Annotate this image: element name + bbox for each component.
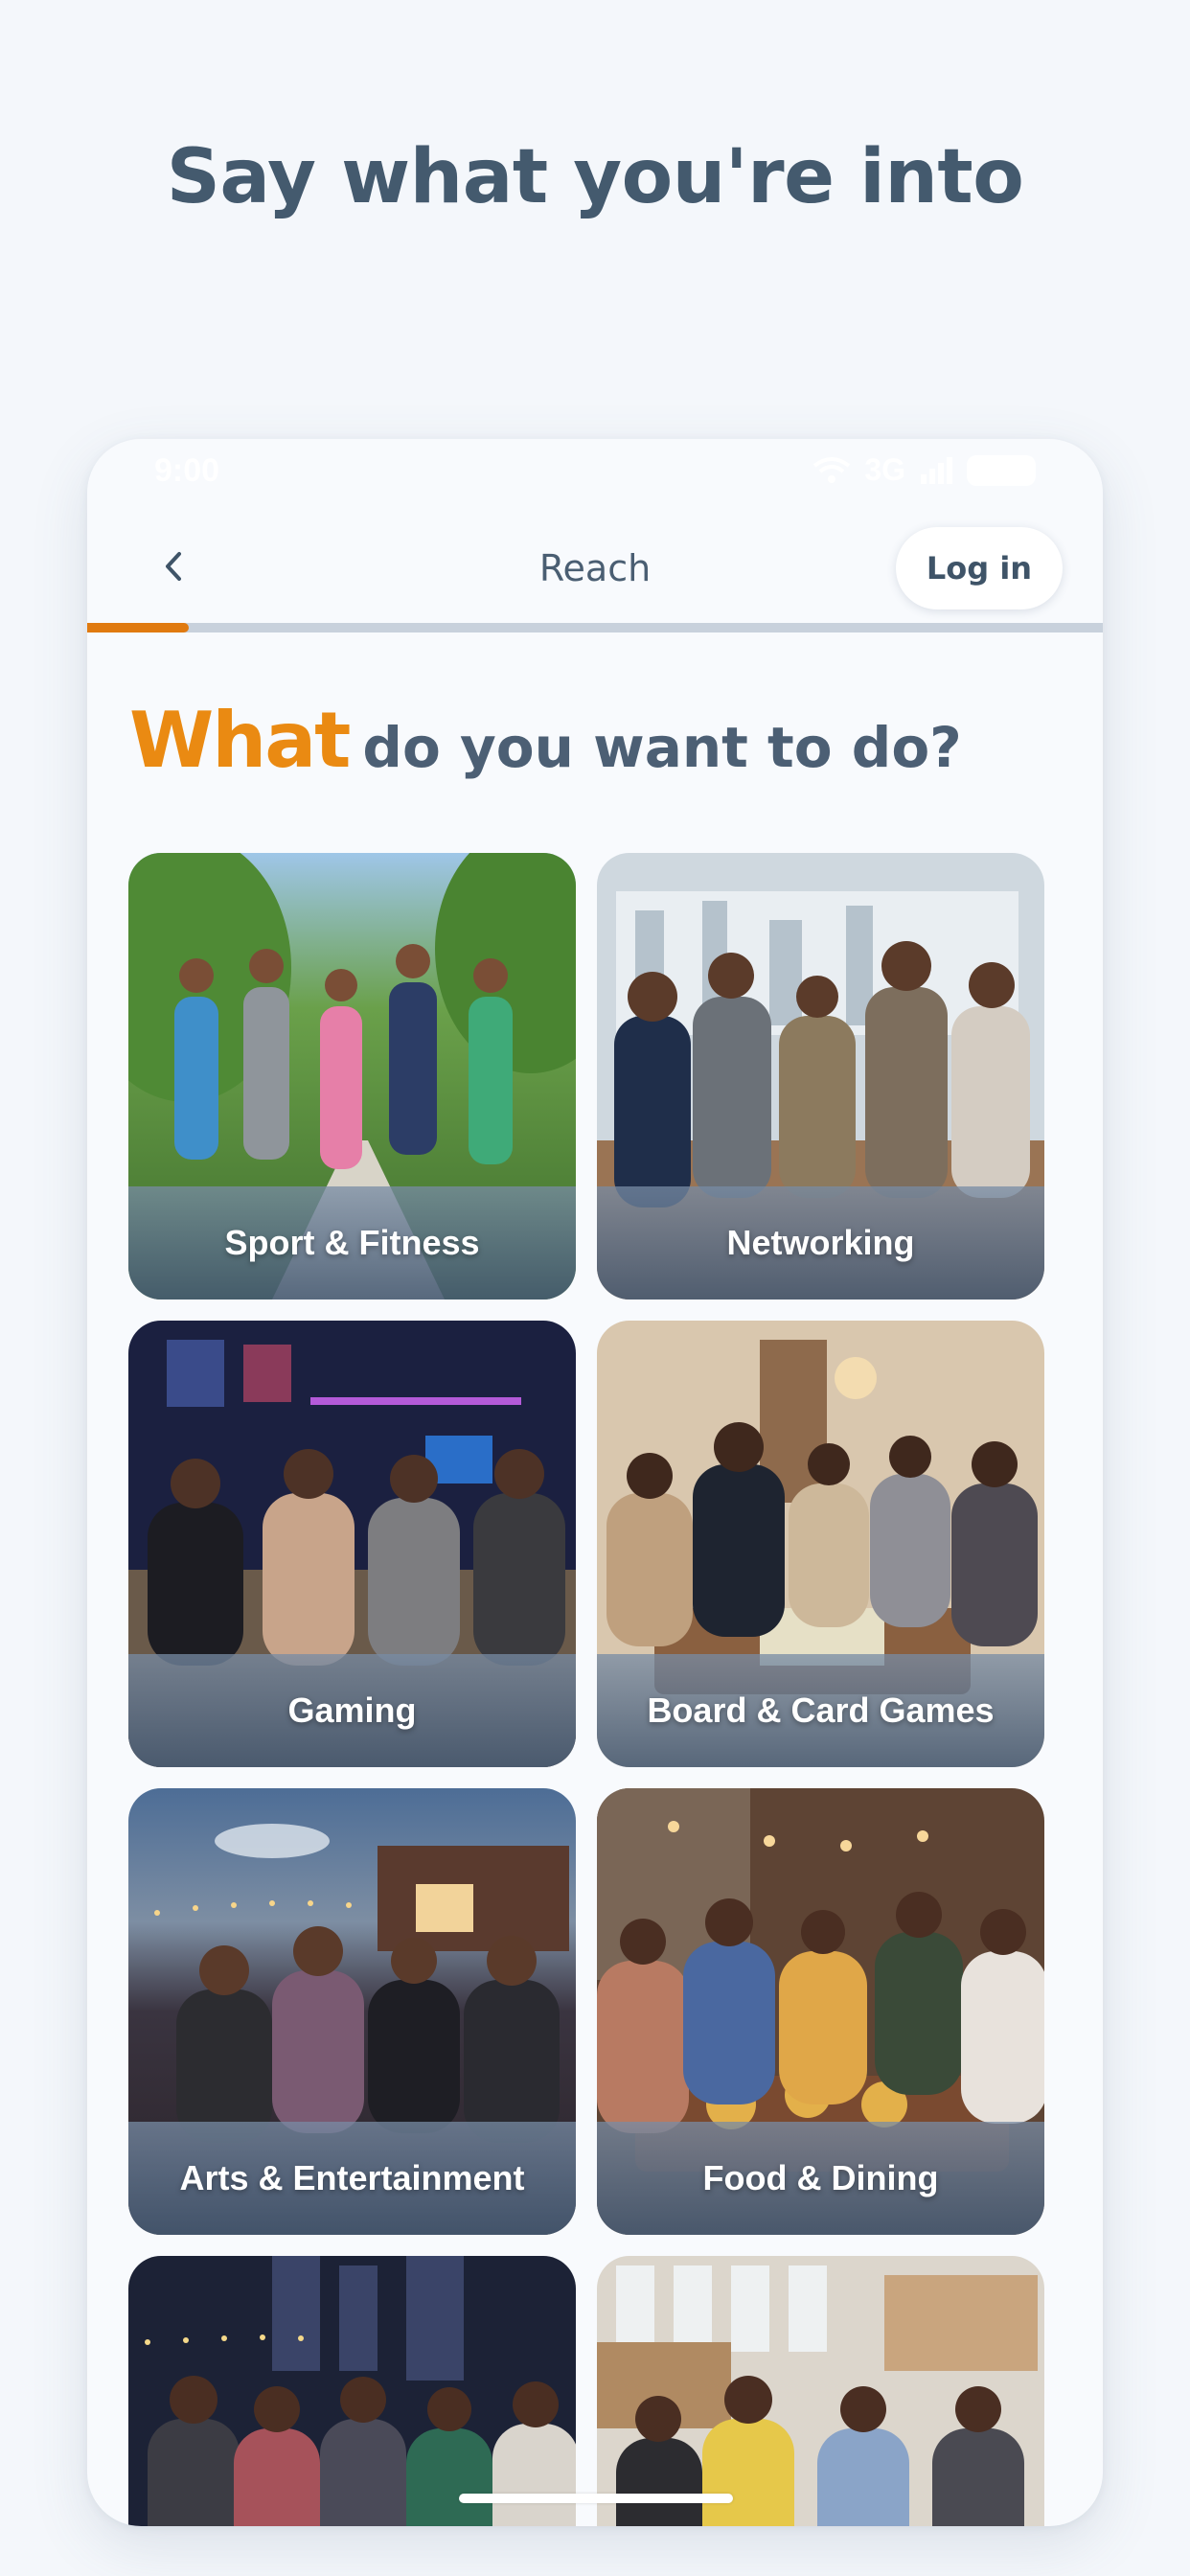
tile-label: Arts & Entertainment (179, 2158, 525, 2197)
tile-nightlife[interactable] (128, 2256, 576, 2526)
tile-caption: Food & Dining (597, 2122, 1044, 2235)
tile-networking[interactable]: Networking (597, 853, 1044, 1300)
tile-learning[interactable] (597, 2256, 1044, 2526)
tile-caption: Sport & Fitness (128, 1186, 576, 1300)
tile-arts-entertainment[interactable]: Arts & Entertainment (128, 1788, 576, 2235)
status-icons: 3G (812, 452, 1036, 488)
question-heading: What do you want to do? (129, 696, 962, 785)
tile-label: Gaming (287, 1690, 417, 1730)
back-button[interactable] (141, 535, 208, 602)
status-time: 9:00 (154, 452, 220, 489)
home-indicator (459, 2494, 733, 2503)
tile-board-card-games[interactable]: Board & Card Games (597, 1321, 1044, 1767)
tile-label: Food & Dining (702, 2158, 939, 2197)
signal-icon (919, 456, 953, 484)
tile-label: Sport & Fitness (224, 1223, 480, 1262)
login-button[interactable]: Log in (896, 527, 1063, 610)
tile-sport-fitness[interactable]: Sport & Fitness (128, 853, 576, 1300)
network-label: 3G (864, 452, 905, 487)
tile-gaming[interactable]: Gaming (128, 1321, 576, 1767)
tile-label: Networking (726, 1223, 915, 1262)
nightlife-photo (128, 2256, 576, 2526)
chevron-left-icon (160, 550, 189, 586)
question-text: do you want to do? (362, 715, 962, 780)
tile-caption: Networking (597, 1186, 1044, 1300)
wifi-icon (812, 456, 851, 485)
learning-photo (597, 2256, 1044, 2526)
nav-bar: Reach Log in (87, 516, 1103, 621)
question-accent: What (129, 696, 351, 785)
battery-icon (967, 454, 1036, 486)
page-headline: Say what you're into (166, 134, 1024, 220)
tile-caption: Arts & Entertainment (128, 2122, 576, 2235)
tile-food-dining[interactable]: Food & Dining (597, 1788, 1044, 2235)
interest-grid: Sport & Fitness Networking Gaming Board … (128, 853, 1044, 2526)
tile-caption: Board & Card Games (597, 1654, 1044, 1767)
progress-bar (87, 623, 1103, 632)
phone-frame: 9:00 3G Reach Log in What do you want to… (87, 439, 1103, 2526)
status-bar: 9:00 3G (87, 439, 1103, 496)
tile-label: Board & Card Games (647, 1690, 995, 1730)
tile-caption: Gaming (128, 1654, 576, 1767)
progress-fill (87, 623, 189, 632)
